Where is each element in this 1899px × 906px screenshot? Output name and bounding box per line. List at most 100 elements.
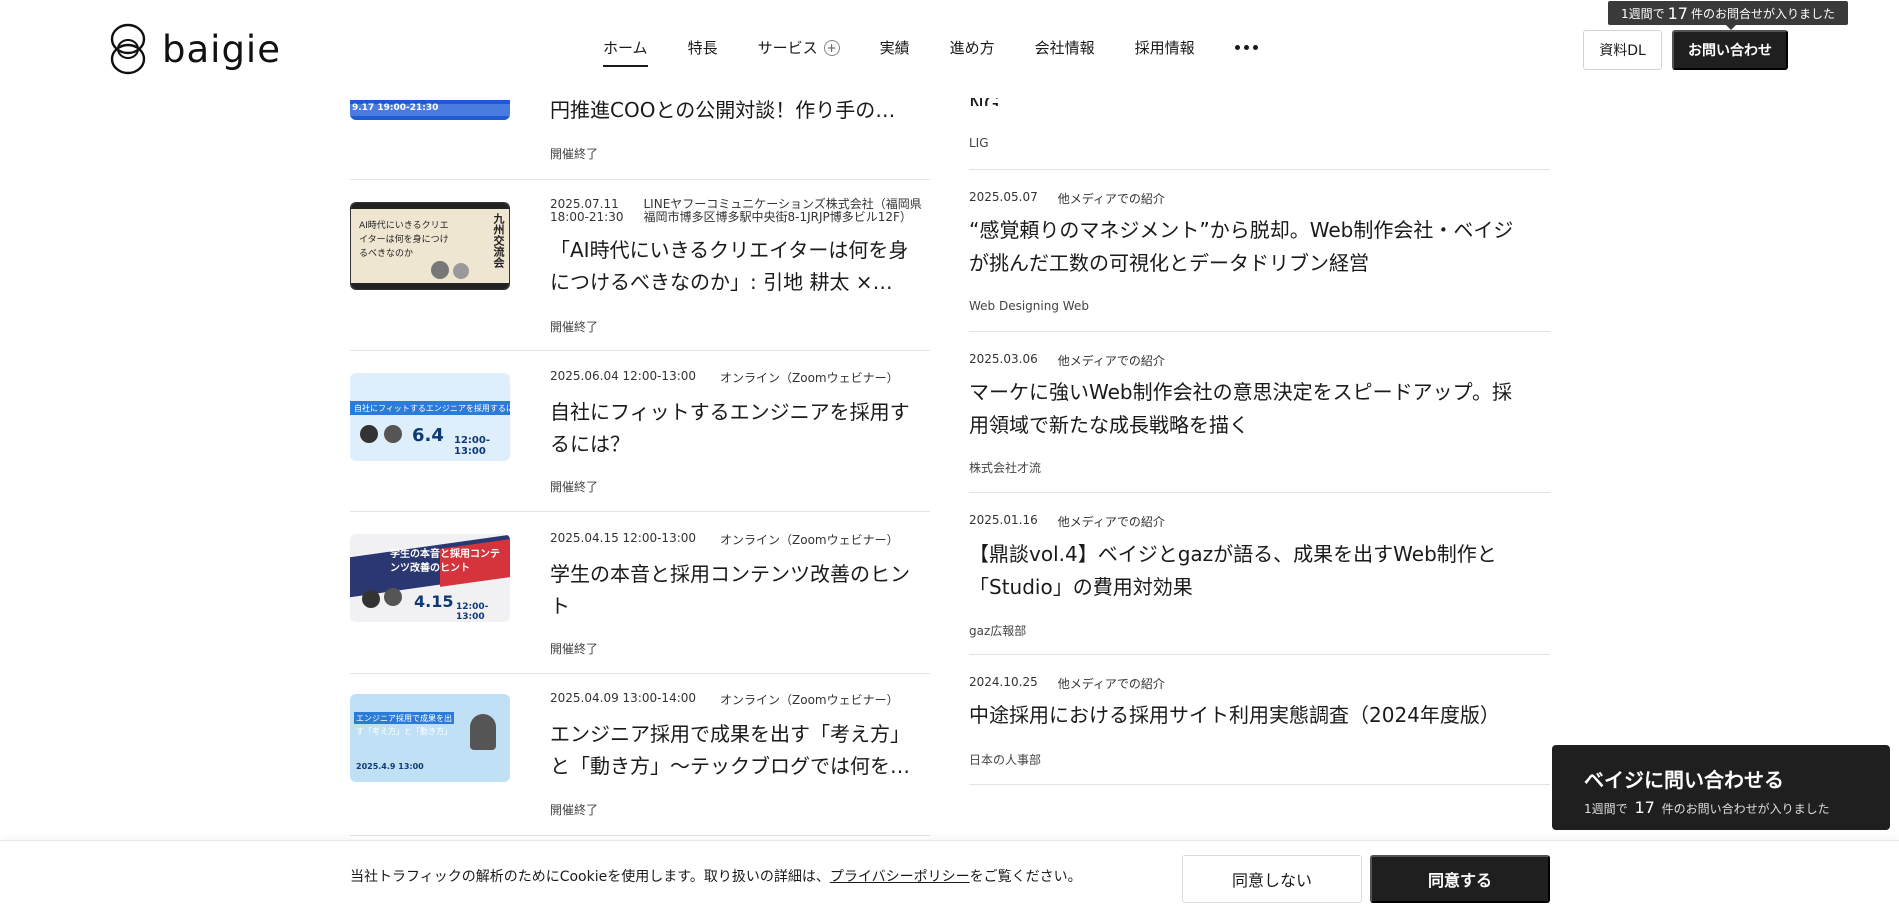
thumb-date: 4.15 <box>414 592 454 611</box>
inquiry-count-badge: 1週間で 17 件のお問合せが入りました <box>1608 1 1848 30</box>
contact-button[interactable]: お問い合わせ <box>1672 30 1788 70</box>
privacy-policy-link[interactable]: プライバシーポリシー <box>830 869 970 885</box>
thumb-time: 12:00-13:00 <box>456 602 489 622</box>
cookie-accept-button[interactable]: 同意する <box>1370 855 1550 903</box>
logo-text: baigie <box>162 27 281 71</box>
event-meta: 2025.04.15 12:00-13:00 オンライン（Zoomウェビナー） <box>550 531 899 548</box>
media-category: 他メディアでの紹介 <box>1057 677 1165 691</box>
thumb-time: 12:00-13:00 <box>454 435 490 457</box>
cookie-decline-button[interactable]: 同意しない <box>1182 855 1362 903</box>
badge-prefix: 1週間で <box>1620 6 1665 21</box>
event-thumbnail: 学生の本音と採用コンテンツ改善のヒント 4.15 12:00-13:00 <box>350 534 510 622</box>
event-status: 開催終了 <box>550 480 599 494</box>
logo[interactable]: baigie <box>108 22 281 76</box>
media-source: 株式会社才流 <box>969 461 1042 475</box>
speaker-avatar <box>453 263 469 279</box>
media-meta: 2025.03.06 他メディアでの紹介 <box>969 352 1165 369</box>
event-meta: 2025.04.09 13:00-14:00 オンライン（Zoomウェビナー） <box>550 691 899 708</box>
floating-contact-panel[interactable]: ベイジに問い合わせる 1週間で 17 件のお問い合わせが入りました <box>1552 745 1890 830</box>
thumb-caption: 自社にフィットするエンジニアを採用するには？ <box>354 404 510 413</box>
media-meta: 2024.10.25 他メディアでの紹介 <box>969 675 1165 692</box>
media-item[interactable]: 2025.01.16 他メディアでの紹介 【鼎談vol.4】ベイジとgazが語る… <box>969 493 1550 655</box>
event-item[interactable]: エンジニア採用で成果を出す「考え方」と「動き方」 2025.4.9 13:00 … <box>350 674 930 836</box>
event-title: 自社にフィットするエンジニアを採用するには？ <box>550 400 910 456</box>
event-time: 18:00-21:30 <box>550 210 624 224</box>
media-date: 2025.03.06 <box>969 352 1038 366</box>
nav-item-services-label: サービス <box>757 39 818 57</box>
media-meta: 2025.05.07 他メディアでの紹介 <box>969 190 1165 207</box>
event-meta: 2025.07.11 18:00-21:30 LINEヤフーコミュニケーションズ… <box>550 198 924 224</box>
event-thumbnail: エンジニア採用で成果を出す「考え方」と「動き方」 2025.4.9 13:00 <box>350 694 510 782</box>
event-title: 学生の本音と採用コンテンツ改善のヒント <box>550 562 910 618</box>
event-status: 開催終了 <box>550 147 599 161</box>
media-source: 日本の人事部 <box>969 753 1042 767</box>
media-source: gaz広報部 <box>969 624 1027 638</box>
nav-item-works[interactable]: 実績 <box>880 37 910 58</box>
media-item[interactable]: 2024.10.25 他メディアでの紹介 中途採用における採用サイト利用実態調査… <box>969 655 1550 785</box>
event-date: 2025.04.15 12:00-13:00 <box>550 531 697 545</box>
event-status: 開催終了 <box>550 320 599 334</box>
thumb-date: 2025.4.9 13:00 <box>356 762 424 771</box>
event-location: オンライン（Zoomウェビナー） <box>720 371 899 385</box>
media-title: 【鼎談vol.4】ベイジとgazが語る、成果を出すWeb制作と「Studio」の… <box>969 542 1497 599</box>
media-item[interactable]: 2025.05.07 他メディアでの紹介 “感覚頼りのマネジメント”から脱却。W… <box>969 170 1550 332</box>
media-source: LIG <box>969 136 989 150</box>
cookie-banner: 当社トラフィックの解析のためにCookieを使用します。取り扱いの詳細は、プライ… <box>0 840 1899 906</box>
main-nav: ホーム 特長 サービス + 実績 進め方 会社情報 採用情報 <box>603 37 1258 67</box>
thumb-caption: 9.17 19:00-21:30 <box>352 103 439 113</box>
media-category: 他メディアでの紹介 <box>1057 515 1165 529</box>
nav-item-home[interactable]: ホーム <box>603 37 648 67</box>
event-item[interactable]: AI時代にいきるクリエイターは何を身につけるべきなのか 九州交流会 2025.0… <box>350 180 930 351</box>
float-prefix: 1週間で <box>1584 802 1628 816</box>
badge-count: 17 <box>1667 3 1688 23</box>
download-docs-button[interactable]: 資料DL <box>1583 30 1662 70</box>
cookie-text-before: 当社トラフィックの解析のためにCookieを使用します。取り扱いの詳細は、 <box>350 869 830 885</box>
event-item[interactable]: 自社にフィットするエンジニアを採用するには？ 6.4 12:00-13:00 2… <box>350 351 930 512</box>
nav-item-company[interactable]: 会社情報 <box>1035 37 1095 58</box>
floating-contact-subtext: 1週間で 17 件のお問い合わせが入りました <box>1584 798 1830 817</box>
more-dots-icon[interactable] <box>1234 45 1258 50</box>
float-count: 17 <box>1634 798 1655 817</box>
event-date: 2025.06.04 12:00-13:00 <box>550 369 697 383</box>
event-item[interactable]: 学生の本音と採用コンテンツ改善のヒント 4.15 12:00-13:00 202… <box>350 512 930 674</box>
nav-item-recruit[interactable]: 採用情報 <box>1135 37 1195 58</box>
event-date: 2025.04.09 13:00-14:00 <box>550 691 697 705</box>
event-location: LINEヤフーコミュニケーションズ株式会社（福岡県福岡市博多区博多駅中央街8-1… <box>643 197 922 224</box>
nav-item-services[interactable]: サービス + <box>758 37 840 58</box>
event-title: 「AI時代にいきるクリエイターは何を身につけるべきなのか」: 引地 耕太 × 枌… <box>550 238 909 294</box>
media-date: 2024.10.25 <box>969 675 1038 689</box>
event-thumbnail: 自社にフィットするエンジニアを採用するには？ 6.4 12:00-13:00 <box>350 373 510 461</box>
speaker-avatar <box>384 425 402 443</box>
nav-item-process[interactable]: 進め方 <box>950 37 995 58</box>
cookie-message: 当社トラフィックの解析のためにCookieを使用します。取り扱いの詳細は、プライ… <box>350 866 1082 886</box>
plus-icon[interactable]: + <box>823 39 840 56</box>
speaker-avatar <box>384 588 402 606</box>
event-status: 開催終了 <box>550 642 599 656</box>
event-location: オンライン（Zoomウェビナー） <box>720 533 899 547</box>
speaker-avatar <box>470 714 496 750</box>
media-title: マーケに強いWeb制作会社の意思決定をスピードアップ。採用領域で新たな成長戦略を… <box>969 380 1513 437</box>
speaker-avatar <box>362 590 380 608</box>
speaker-avatar <box>360 425 378 443</box>
thumb-caption: エンジニア採用で成果を出す「考え方」と「動き方」 <box>356 714 452 736</box>
event-thumbnail: 9.17 19:00-21:30 <box>350 100 510 120</box>
media-source: Web Designing Web <box>969 299 1089 313</box>
nav-item-features[interactable]: 特長 <box>688 37 718 58</box>
site-header: baigie ホーム 特長 サービス + 実績 進め方 会社情報 採用情報 1週… <box>0 0 1899 98</box>
media-category: 他メディアでの紹介 <box>1057 192 1165 206</box>
thumb-date: 6.4 <box>412 425 444 446</box>
event-status: 開催終了 <box>550 803 599 817</box>
float-suffix: 件のお問い合わせが入りました <box>1661 802 1830 816</box>
badge-suffix: 件のお問合せが入りました <box>1690 6 1835 21</box>
media-title: “感覚頼りのマネジメント”から脱却。Web制作会社・ベイジが挑んだ工数の可視化と… <box>969 218 1514 275</box>
media-item[interactable]: 2025.03.06 他メディアでの紹介 マーケに強いWeb制作会社の意思決定を… <box>969 332 1550 493</box>
media-date: 2025.01.16 <box>969 513 1038 527</box>
thumb-badge: 九州交流会 <box>492 213 505 268</box>
speaker-avatar <box>431 261 449 279</box>
thumb-caption: 学生の本音と採用コンテンツ改善のヒント <box>390 549 500 574</box>
cookie-text-after: をご覧ください。 <box>969 869 1082 885</box>
event-title: エンジニア採用で成果を出す「考え方」と「動き方」～テックブログでは何を… <box>550 722 910 778</box>
media-meta: 2025.01.16 他メディアでの紹介 <box>969 513 1165 530</box>
thumb-caption: AI時代にいきるクリエイターは何を身につけるべきなのか <box>359 221 449 259</box>
baigie-logo-icon <box>110 23 146 75</box>
